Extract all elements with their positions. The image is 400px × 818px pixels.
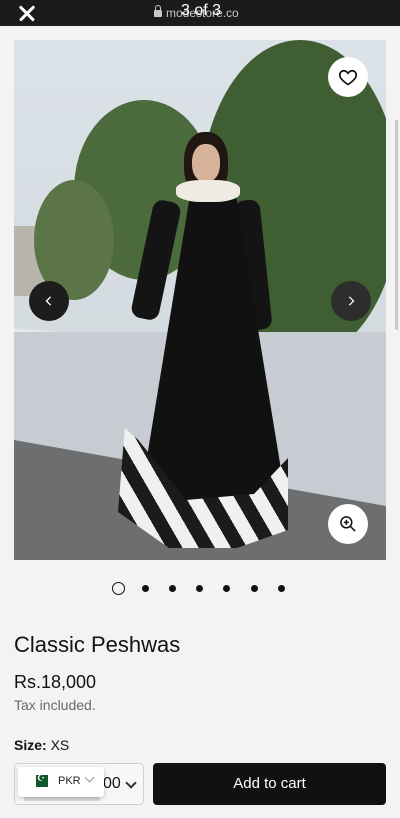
size-indicator: Size: XS [14, 737, 69, 753]
product-price: Rs.18,000 [14, 672, 97, 692]
currency-code: PKR [58, 775, 81, 787]
dupatta [176, 180, 240, 202]
lock-icon [154, 5, 162, 17]
chevron-right-icon [348, 296, 355, 306]
model-figure [118, 128, 288, 560]
product-title: Classic Peshwas [14, 632, 181, 657]
previous-image-button[interactable] [29, 281, 69, 321]
gallery-dot[interactable] [169, 585, 176, 592]
pakistan-flag-icon [32, 773, 48, 787]
currency-selector[interactable]: PKR [18, 767, 104, 797]
next-image-button[interactable] [331, 281, 371, 321]
chevron-down-icon [125, 777, 137, 789]
gallery-dot[interactable] [223, 585, 230, 592]
size-value: XS [50, 737, 70, 753]
heart-icon [338, 69, 358, 86]
sheet-edge [0, 26, 400, 40]
browser-topbar: modestore.co 3 of 3 [0, 0, 400, 26]
zoom-in-icon [340, 516, 356, 532]
scrollbar[interactable] [395, 120, 398, 330]
gallery-dot[interactable] [196, 585, 203, 592]
gallery-dot[interactable] [142, 585, 149, 592]
zoom-button[interactable] [328, 504, 368, 544]
add-to-cart-button[interactable]: Add to cart [153, 763, 386, 805]
currency-shadow [24, 797, 100, 801]
size-label: Size: [14, 737, 47, 753]
chevron-left-icon [45, 296, 52, 306]
chevron-down-icon [84, 772, 95, 783]
gallery-dot[interactable] [112, 582, 125, 595]
model-face [192, 144, 220, 182]
gallery-dot[interactable] [251, 585, 258, 592]
gallery-dot[interactable] [278, 585, 285, 592]
image-counter: 3 of 3 [181, 2, 222, 19]
tax-note: Tax included. [14, 697, 96, 713]
close-icon[interactable] [16, 3, 38, 23]
wishlist-button[interactable] [328, 57, 368, 97]
quantity-value: 00 [103, 775, 121, 792]
